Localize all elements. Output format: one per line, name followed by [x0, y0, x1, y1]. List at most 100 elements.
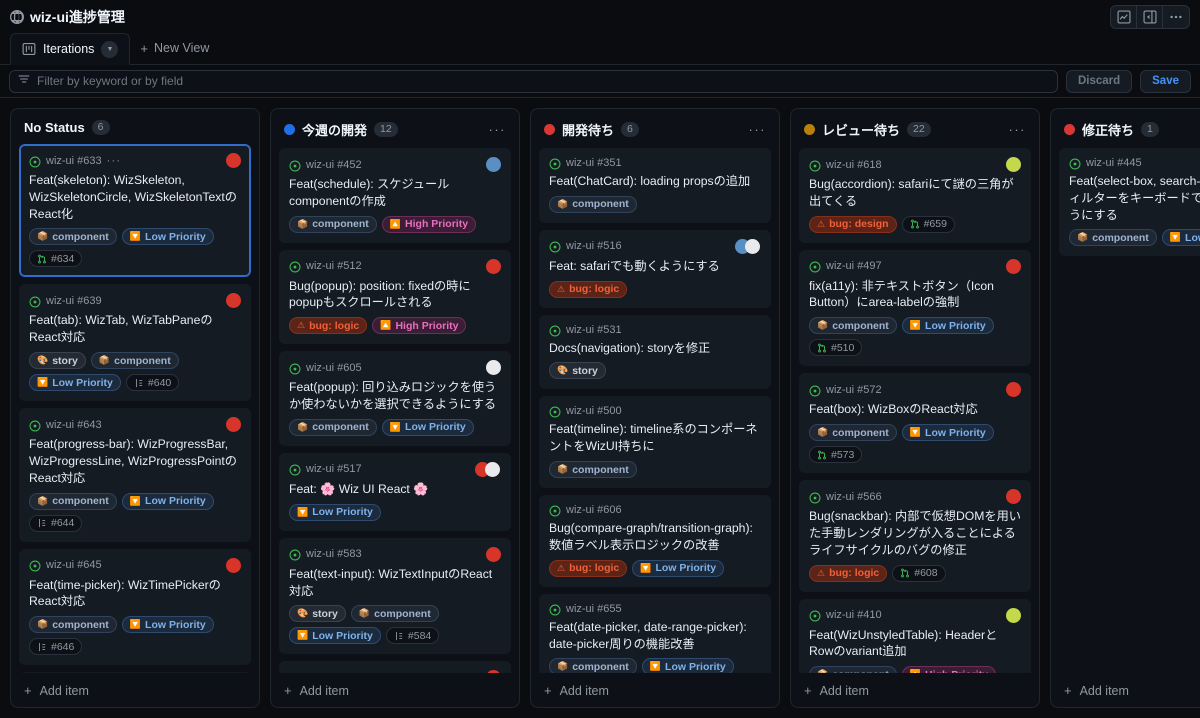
- board-card[interactable]: wiz-ui #633 ··· Feat(skeleton): WizSkeleto…: [19, 144, 251, 278]
- linked-issue-chip[interactable]: #644: [29, 514, 83, 532]
- avatar[interactable]: [226, 293, 241, 309]
- card-title[interactable]: Feat(timeline): timeline系のコンポーネントをWizUI持…: [549, 421, 761, 455]
- card-issue-ref[interactable]: wiz-ui #500: [566, 405, 622, 417]
- card-title[interactable]: Bug(snackbar): 内部で仮想DOMを用いた手動レンダリングが入ること…: [809, 508, 1021, 558]
- board-card[interactable]: wiz-ui #606 Bug(compare-graph/transition-…: [539, 495, 771, 587]
- card-title[interactable]: Feat(progress-bar): WizProgressBar, WizP…: [29, 436, 241, 486]
- card-title[interactable]: Feat(text-input): WizTextInputのReact対応: [289, 566, 501, 600]
- card-issue-ref[interactable]: wiz-ui #606: [566, 504, 622, 516]
- card-title[interactable]: Feat(box): WizBoxのReact対応: [809, 401, 1021, 418]
- avatar[interactable]: [475, 461, 501, 477]
- card-issue-ref[interactable]: wiz-ui #497: [826, 260, 882, 272]
- card-issue-ref[interactable]: wiz-ui #572: [826, 384, 882, 396]
- new-view-button[interactable]: + New View: [130, 32, 219, 64]
- column-menu-icon[interactable]: ···: [749, 122, 769, 137]
- linked-issue-chip[interactable]: #510: [809, 339, 863, 357]
- avatar[interactable]: [1006, 489, 1021, 505]
- card-issue-ref[interactable]: wiz-ui #633: [46, 155, 102, 167]
- card-issue-ref[interactable]: wiz-ui #410: [826, 609, 882, 621]
- card-issue-ref[interactable]: wiz-ui #605: [306, 362, 362, 374]
- filter-box[interactable]: [9, 69, 1058, 93]
- avatar[interactable]: [486, 546, 501, 562]
- card-title[interactable]: Bug(compare-graph/transition-graph): 数値ラ…: [549, 520, 761, 554]
- card-title[interactable]: Feat(schedule): スケジュールcomponentの作成: [289, 176, 501, 210]
- linked-issue-chip[interactable]: #646: [29, 638, 83, 656]
- board-card[interactable]: wiz-ui #517 Feat: 🌸 Wiz UI React 🌸 🔽 Low Pr…: [279, 452, 511, 531]
- card-title[interactable]: Feat(WizUnstyledTable): HeaderとRowのvaria…: [809, 627, 1021, 661]
- avatar[interactable]: [1006, 157, 1021, 172]
- linked-issue-chip[interactable]: #659: [901, 215, 955, 233]
- card-issue-ref[interactable]: wiz-ui #643: [46, 419, 102, 431]
- board-card[interactable]: wiz-ui #445 Feat(select-box, search-selec…: [1059, 148, 1200, 257]
- card-title[interactable]: Feat(date-picker, date-range-picker): da…: [549, 619, 761, 653]
- board-card[interactable]: wiz-ui #639 Feat(tab): WizTab, WizTabPane…: [19, 284, 251, 402]
- linked-issue-chip[interactable]: #640: [125, 374, 180, 392]
- discard-button[interactable]: Discard: [1065, 69, 1133, 93]
- board-card[interactable]: wiz-ui #660Docs(tooltip): tooltipを常時表示させ…: [19, 672, 251, 673]
- card-issue-ref[interactable]: wiz-ui #639: [46, 295, 102, 307]
- board-card[interactable]: wiz-ui #572 Feat(box): WizBoxのReact対応 📦 com…: [799, 373, 1031, 474]
- board-card[interactable]: wiz-ui #500 Feat(timeline): timeline系のコンポ…: [539, 396, 771, 489]
- board-card[interactable]: wiz-ui #587Feat(checkbox): WizCheckBoxのR…: [279, 661, 511, 673]
- tab-iterations[interactable]: Iterations ▼: [10, 33, 131, 65]
- chevron-down-icon[interactable]: ▼: [101, 40, 119, 58]
- toggle-pane-icon[interactable]: [1137, 5, 1163, 28]
- card-issue-ref[interactable]: wiz-ui #587: [306, 672, 362, 673]
- insights-icon[interactable]: [1111, 5, 1137, 28]
- filter-input[interactable]: [37, 74, 1049, 88]
- card-issue-ref[interactable]: wiz-ui #351: [566, 157, 622, 169]
- add-item-button[interactable]: + Add item: [271, 673, 519, 707]
- board-card[interactable]: wiz-ui #351 Feat(ChatCard): loading props…: [539, 148, 771, 223]
- card-title[interactable]: Bug(popup): position: fixedの時にpopupもスクロー…: [289, 278, 501, 312]
- board-card[interactable]: wiz-ui #531 Docs(navigation): storyを修正 🎨 st…: [539, 314, 771, 390]
- linked-issue-chip[interactable]: #608: [892, 564, 946, 582]
- board-card[interactable]: wiz-ui #645 Feat(time-picker): WizTimePic…: [19, 548, 251, 666]
- card-title[interactable]: Feat: 🌸 Wiz UI React 🌸: [289, 481, 501, 498]
- board-card[interactable]: wiz-ui #605 Feat(popup): 回り込みロジックを使うか使わない…: [279, 351, 511, 446]
- card-issue-ref[interactable]: wiz-ui #517: [306, 463, 362, 475]
- add-item-button[interactable]: + Add item: [531, 673, 779, 707]
- card-issue-ref[interactable]: wiz-ui #566: [826, 491, 882, 503]
- avatar[interactable]: [1006, 258, 1021, 274]
- avatar[interactable]: [1006, 382, 1021, 398]
- card-title[interactable]: Feat(skeleton): WizSkeleton, WizSkeleton…: [29, 172, 241, 222]
- column-menu-icon[interactable]: ···: [489, 122, 509, 137]
- save-button[interactable]: Save: [1140, 69, 1191, 93]
- board-card[interactable]: wiz-ui #516 Feat: safariでも動くようにする ⚠ bug: lo…: [539, 229, 771, 308]
- card-title[interactable]: Bug(accordion): safariにて謎の三角が出てくる: [809, 176, 1021, 210]
- card-title[interactable]: Feat: safariでも動くようにする: [549, 258, 761, 275]
- card-title[interactable]: Feat(popup): 回り込みロジックを使うか使わないかを選択できるようにす…: [289, 379, 501, 413]
- column-menu-icon[interactable]: ···: [1009, 122, 1029, 137]
- avatar[interactable]: [486, 670, 501, 673]
- card-issue-ref[interactable]: wiz-ui #452: [306, 159, 362, 171]
- board-card[interactable]: wiz-ui #512 Bug(popup): position: fixedの時…: [279, 249, 511, 345]
- card-title[interactable]: Feat(tab): WizTab, WizTabPaneのReact対応: [29, 312, 241, 346]
- board-card[interactable]: wiz-ui #566 Bug(snackbar): 内部で仮想DOMを用いた手動…: [799, 480, 1031, 592]
- card-title[interactable]: Feat(select-box, search-select-box): フィル…: [1069, 173, 1200, 223]
- board-card[interactable]: wiz-ui #643 Feat(progress-bar): WizProgre…: [19, 408, 251, 542]
- card-title[interactable]: Feat(time-picker): WizTimePickerのReact対応: [29, 577, 241, 611]
- add-item-button[interactable]: + Add item: [1051, 673, 1200, 707]
- avatar[interactable]: [226, 557, 241, 573]
- board-card[interactable]: wiz-ui #410 Feat(WizUnstyledTable): Heade…: [799, 598, 1031, 673]
- linked-issue-chip[interactable]: #634: [29, 250, 83, 268]
- card-issue-ref[interactable]: wiz-ui #618: [826, 159, 882, 171]
- card-title[interactable]: Docs(navigation): storyを修正: [549, 340, 761, 357]
- card-issue-ref[interactable]: wiz-ui #516: [566, 240, 622, 252]
- avatar[interactable]: [486, 360, 501, 376]
- avatar[interactable]: [226, 153, 241, 168]
- card-issue-ref[interactable]: wiz-ui #655: [566, 603, 622, 615]
- board-card[interactable]: wiz-ui #497 fix(a11y): 非テキストボタン（Icon Butt…: [799, 249, 1031, 367]
- board-card[interactable]: wiz-ui #655 Feat(date-picker, date-range-…: [539, 593, 771, 673]
- avatar[interactable]: [486, 258, 501, 274]
- add-item-button[interactable]: + Add item: [791, 673, 1039, 707]
- avatar[interactable]: [226, 417, 241, 433]
- board-card[interactable]: wiz-ui #618 Bug(accordion): safariにて謎の三角が…: [799, 148, 1031, 243]
- linked-issue-chip[interactable]: #584: [385, 627, 440, 645]
- card-issue-ref[interactable]: wiz-ui #445: [1086, 157, 1142, 169]
- avatar[interactable]: [1006, 607, 1021, 623]
- card-menu-icon[interactable]: ···: [107, 155, 122, 167]
- card-issue-ref[interactable]: wiz-ui #531: [566, 324, 622, 336]
- card-issue-ref[interactable]: wiz-ui #583: [306, 548, 362, 560]
- more-options-icon[interactable]: [1163, 6, 1189, 28]
